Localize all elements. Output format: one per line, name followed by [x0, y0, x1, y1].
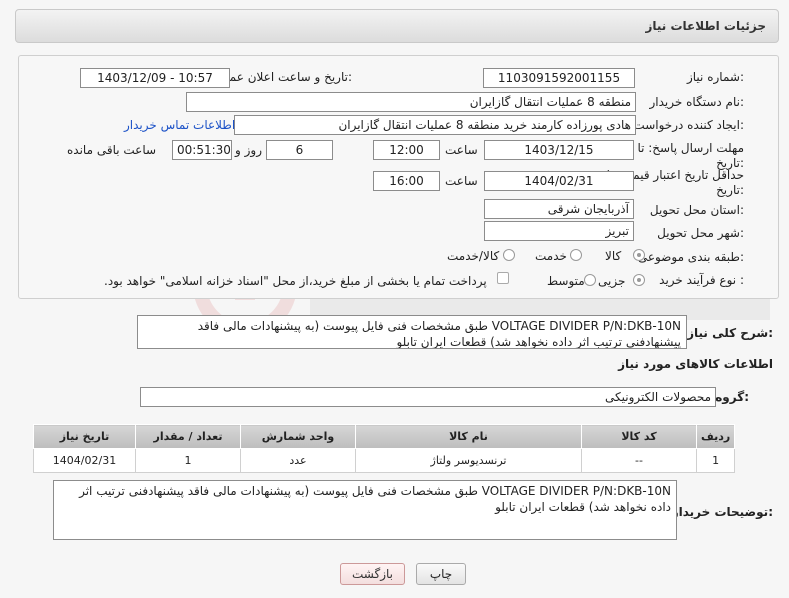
category-radio-service[interactable] [570, 249, 582, 261]
col-quantity: تعداد / مقدار [135, 424, 241, 449]
purchase-option-medium: متوسط [547, 274, 585, 288]
creator-label: ایجاد کننده درخواست: [633, 118, 744, 132]
remaining-time-field[interactable]: 00:51:30 [172, 140, 232, 160]
purchase-type-label: نوع فرآیند خرید : [659, 273, 744, 287]
back-button[interactable]: بازگشت [340, 563, 405, 585]
cell-unit: عدد [240, 448, 356, 473]
treasury-payment-checkbox[interactable] [497, 272, 509, 284]
purchase-radio-minor[interactable] [633, 274, 645, 286]
category-option-goods: کالا [605, 249, 622, 263]
goods-group-field[interactable]: محصولات الکترونیکی [140, 387, 716, 407]
buyer-org-field[interactable]: منطقه 8 عملیات انتقال گازایران [186, 92, 636, 112]
validity-date-field[interactable]: 1404/02/31 [484, 171, 634, 191]
col-row-number: ردیف [695, 424, 736, 449]
goods-table-header-row: ردیف کد کالا نام کالا واحد شمارش تعداد /… [33, 424, 736, 449]
category-radio-both[interactable] [503, 249, 515, 261]
category-option-service: خدمت [535, 249, 567, 263]
purchase-option-minor: جزیی [598, 274, 626, 288]
col-item-name: نام کالا [355, 424, 582, 449]
treasury-payment-note: پرداخت تمام یا بخشی از مبلغ خرید،از محل … [104, 274, 487, 288]
city-field[interactable]: تبریز [484, 221, 634, 241]
category-label: طبقه بندی موضوعی: [637, 250, 744, 264]
province-field[interactable]: آذربایجان شرقی [484, 199, 634, 219]
remaining-days-field[interactable]: 6 [266, 140, 333, 160]
print-button[interactable]: چاپ [416, 563, 466, 585]
cell-item-code: -- [581, 448, 697, 473]
buyer-notes-textarea[interactable]: VOLTAGE DIVIDER P/N:DKB-10N طبق مشخصات ف… [53, 480, 677, 540]
validity-time-label: ساعت [445, 174, 478, 188]
need-number-label: شماره نیاز: [686, 70, 744, 84]
cell-row-number: 1 [695, 448, 736, 473]
page-title: جزئیات اطلاعات نیاز [645, 19, 766, 33]
deadline-label: مهلت ارسال پاسخ: تا تاریخ: [637, 141, 744, 170]
city-label: شهر محل تحویل: [657, 226, 744, 240]
category-radio-goods[interactable] [633, 249, 645, 261]
purchase-radio-medium[interactable] [584, 274, 596, 286]
deadline-date-field[interactable]: 1403/12/15 [484, 140, 634, 160]
cell-need-date: 1404/02/31 [33, 448, 136, 473]
goods-table: ردیف کد کالا نام کالا واحد شمارش تعداد /… [33, 424, 736, 473]
buyer-notes-label: توضیحات خریدار: [671, 505, 773, 519]
category-option-both: کالا/خدمت [447, 249, 500, 263]
summary-label: شرح کلی نیاز: [687, 326, 773, 340]
goods-table-wrapper: ردیف کد کالا نام کالا واحد شمارش تعداد /… [33, 424, 736, 473]
cell-item-name: ترنسدیوسر ولتاژ [355, 448, 582, 473]
col-unit: واحد شمارش [240, 424, 356, 449]
buyer-org-label: نام دستگاه خریدار: [649, 95, 745, 109]
goods-section-title: اطلاعات کالاهای مورد نیاز [618, 357, 773, 371]
deadline-time-field[interactable]: 12:00 [373, 140, 440, 160]
panel-header: جزئیات اطلاعات نیاز [15, 9, 779, 43]
contact-info-link[interactable]: اطلاعات تماس خریدار [124, 118, 235, 132]
need-number-field[interactable]: 1103091592001155 [483, 68, 635, 88]
table-row[interactable]: 1 -- ترنسدیوسر ولتاژ عدد 1 1404/02/31 [33, 448, 736, 473]
province-label: استان محل تحویل: [649, 203, 744, 217]
announce-field[interactable]: 1403/12/09 - 10:57 [80, 68, 230, 88]
remaining-label: ساعت باقی مانده [67, 143, 157, 157]
col-item-code: کد کالا [581, 424, 697, 449]
cell-quantity: 1 [135, 448, 241, 473]
col-need-date: تاریخ نیاز [33, 424, 136, 449]
creator-field[interactable]: هادی پورزاده کارمند خرید منطقه 8 عملیات … [234, 115, 636, 135]
deadline-time-label: ساعت [445, 143, 478, 157]
validity-time-field[interactable]: 16:00 [373, 171, 440, 191]
days-label: روز و [235, 143, 262, 157]
summary-textarea[interactable]: VOLTAGE DIVIDER P/N:DKB-10N طبق مشخصات ف… [137, 315, 687, 349]
